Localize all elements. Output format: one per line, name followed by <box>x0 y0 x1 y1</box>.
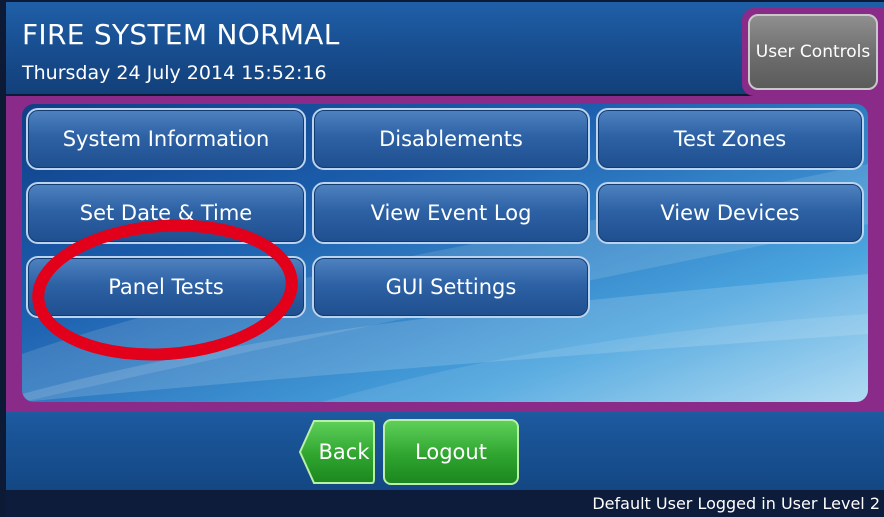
view-event-log-button[interactable]: View Event Log <box>312 182 590 244</box>
system-status-title: FIRE SYSTEM NORMAL <box>22 18 340 51</box>
test-zones-button[interactable]: Test Zones <box>596 108 864 170</box>
set-date-time-button[interactable]: Set Date & Time <box>26 182 306 244</box>
system-information-button[interactable]: System Information <box>26 108 306 170</box>
system-datetime: Thursday 24 July 2014 15:52:16 <box>22 62 327 84</box>
fire-panel-screen: FIRE SYSTEM NORMAL Thursday 24 July 2014… <box>0 0 884 517</box>
status-footer: Default User Logged in User Level 2 <box>6 490 884 517</box>
view-devices-button[interactable]: View Devices <box>596 182 864 244</box>
logout-button[interactable]: Logout <box>383 419 519 485</box>
back-label: Back <box>318 440 370 464</box>
gui-settings-button[interactable]: GUI Settings <box>312 256 590 318</box>
disablements-button[interactable]: Disablements <box>312 108 590 170</box>
panel-tests-button[interactable]: Panel Tests <box>26 256 306 318</box>
user-controls-surround: User Controls <box>742 8 884 96</box>
menu-frame: System Information Disablements Test Zon… <box>6 96 884 412</box>
user-controls-button[interactable]: User Controls <box>748 14 878 90</box>
menu-panel: System Information Disablements Test Zon… <box>22 104 868 402</box>
login-status-text: Default User Logged in User Level 2 <box>592 494 880 513</box>
